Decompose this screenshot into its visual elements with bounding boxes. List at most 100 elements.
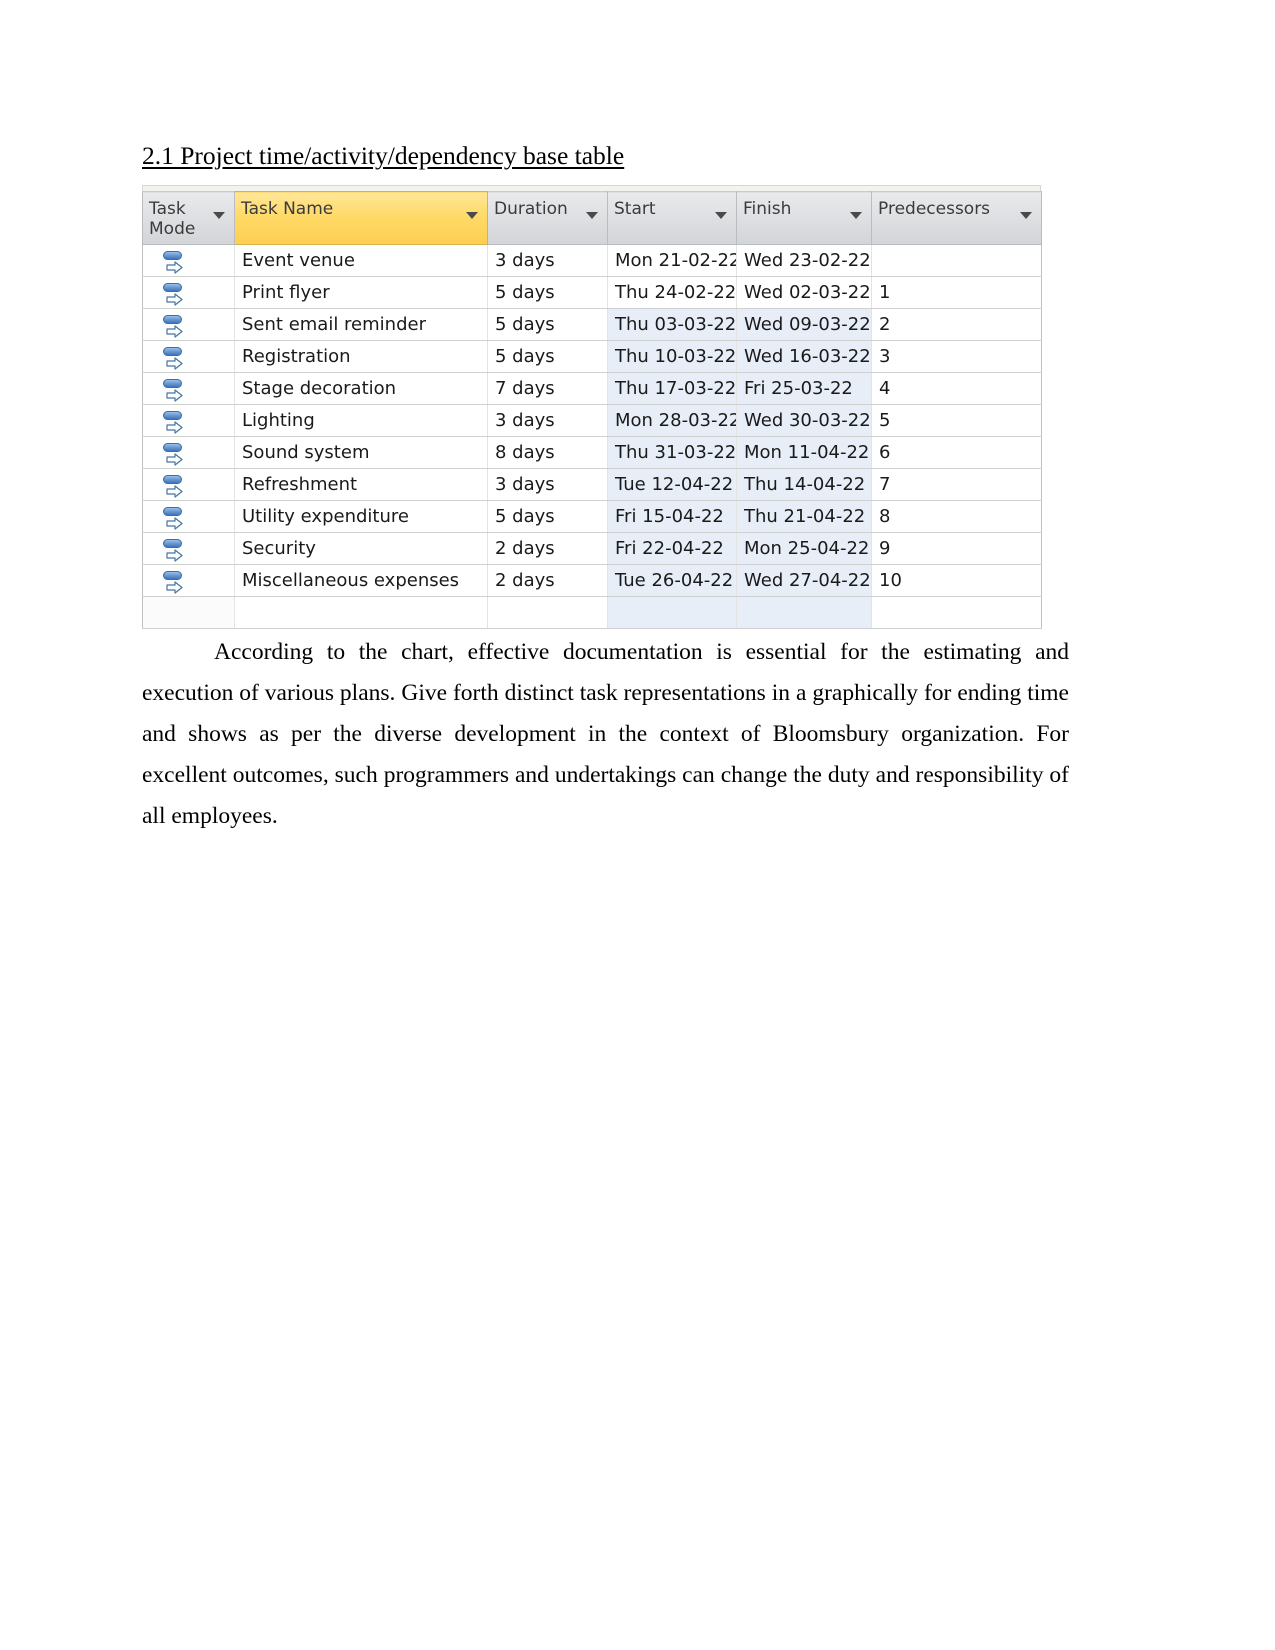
cell-finish[interactable]: Wed 16-03-22	[736, 340, 872, 373]
empty-cell[interactable]	[142, 596, 235, 629]
cell-duration[interactable]: 5 days	[487, 500, 608, 533]
column-header-start[interactable]: Start	[607, 191, 737, 245]
table-row[interactable]: Refreshment 3 days Tue 12-04-22 Thu 14-04-2…	[142, 468, 1042, 501]
cell-task-name[interactable]: Lighting	[234, 404, 488, 437]
cell-start[interactable]: Thu 31-03-22	[607, 436, 737, 469]
cell-task-name[interactable]: Sent email reminder	[234, 308, 488, 341]
table-row[interactable]: Registration 5 days Thu 10-03-22 Wed 16-03-…	[142, 340, 1042, 373]
column-header-duration[interactable]: Duration	[487, 191, 608, 245]
cell-duration[interactable]: 8 days	[487, 436, 608, 469]
task-mode-bar	[163, 315, 182, 324]
empty-cell[interactable]	[607, 596, 737, 629]
cell-start[interactable]: Thu 24-02-22	[607, 276, 737, 309]
cell-start[interactable]: Fri 15-04-22	[607, 500, 737, 533]
chevron-down-icon[interactable]	[715, 212, 727, 219]
cell-start[interactable]: Tue 12-04-22	[607, 468, 737, 501]
cell-task-mode[interactable]	[142, 564, 235, 597]
cell-finish[interactable]: Thu 21-04-22	[736, 500, 872, 533]
cell-task-name[interactable]: Sound system	[234, 436, 488, 469]
cell-start[interactable]: Thu 03-03-22	[607, 308, 737, 341]
table-row[interactable]: Lighting 3 days Mon 28-03-22 Wed 30-03-22 5	[142, 404, 1042, 437]
cell-predecessors[interactable]: 6	[871, 436, 1042, 469]
cell-task-name[interactable]: Stage decoration	[234, 372, 488, 405]
cell-finish[interactable]: Fri 25-03-22	[736, 372, 872, 405]
column-header-name[interactable]: Task Name	[234, 191, 488, 245]
chevron-down-icon[interactable]	[213, 212, 225, 219]
column-header-mode[interactable]: Task Mode	[142, 191, 235, 245]
table-row[interactable]: Stage decoration 7 days Thu 17-03-22 Fri 25…	[142, 372, 1042, 405]
cell-finish[interactable]: Mon 11-04-22	[736, 436, 872, 469]
cell-predecessors[interactable]	[871, 244, 1042, 277]
cell-predecessors[interactable]: 10	[871, 564, 1042, 597]
cell-task-mode[interactable]	[142, 308, 235, 341]
cell-predecessors[interactable]: 9	[871, 532, 1042, 565]
cell-duration[interactable]: 2 days	[487, 564, 608, 597]
table-row[interactable]: Security 2 days Fri 22-04-22 Mon 25-04-22 9	[142, 532, 1042, 565]
empty-cell[interactable]	[871, 596, 1042, 629]
cell-task-name[interactable]: Refreshment	[234, 468, 488, 501]
column-header-pred[interactable]: Predecessors	[871, 191, 1042, 245]
cell-duration[interactable]: 3 days	[487, 404, 608, 437]
cell-predecessors[interactable]: 8	[871, 500, 1042, 533]
column-header-finish[interactable]: Finish	[736, 191, 872, 245]
cell-start[interactable]: Mon 21-02-22	[607, 244, 737, 277]
cell-finish[interactable]: Wed 27-04-22	[736, 564, 872, 597]
cell-finish[interactable]: Thu 14-04-22	[736, 468, 872, 501]
cell-predecessors[interactable]: 1	[871, 276, 1042, 309]
table-header-row: Task Mode Task Name Duration Start Finish Pre…	[142, 191, 1042, 245]
cell-finish[interactable]: Wed 23-02-22	[736, 244, 872, 277]
empty-cell[interactable]	[234, 596, 488, 629]
chevron-down-icon[interactable]	[586, 212, 598, 219]
cell-task-mode[interactable]	[142, 532, 235, 565]
cell-task-mode[interactable]	[142, 500, 235, 533]
cell-task-name[interactable]: Security	[234, 532, 488, 565]
cell-start[interactable]: Thu 10-03-22	[607, 340, 737, 373]
cell-duration[interactable]: 5 days	[487, 308, 608, 341]
task-mode-bar	[163, 283, 182, 292]
chevron-down-icon[interactable]	[466, 212, 478, 219]
cell-duration[interactable]: 3 days	[487, 244, 608, 277]
cell-finish[interactable]: Wed 30-03-22	[736, 404, 872, 437]
table-row[interactable]: Sound system 8 days Thu 31-03-22 Mon 11-04-…	[142, 436, 1042, 469]
cell-task-mode[interactable]	[142, 468, 235, 501]
cell-duration[interactable]: 3 days	[487, 468, 608, 501]
cell-finish[interactable]: Wed 09-03-22	[736, 308, 872, 341]
cell-predecessors[interactable]: 4	[871, 372, 1042, 405]
task-mode-arrow	[166, 421, 183, 434]
cell-predecessors[interactable]: 5	[871, 404, 1042, 437]
table-row[interactable]: Print flyer 5 days Thu 24-02-22 Wed 02-03-2…	[142, 276, 1042, 309]
cell-finish[interactable]: Wed 02-03-22	[736, 276, 872, 309]
table-row[interactable]: Sent email reminder 5 days Thu 03-03-22 Wed…	[142, 308, 1042, 341]
cell-task-mode[interactable]	[142, 372, 235, 405]
cell-task-mode[interactable]	[142, 436, 235, 469]
empty-cell[interactable]	[736, 596, 872, 629]
cell-task-name[interactable]: Utility expenditure	[234, 500, 488, 533]
cell-duration[interactable]: 5 days	[487, 276, 608, 309]
cell-start[interactable]: Mon 28-03-22	[607, 404, 737, 437]
cell-task-mode[interactable]	[142, 340, 235, 373]
cell-predecessors[interactable]: 3	[871, 340, 1042, 373]
cell-task-mode[interactable]	[142, 244, 235, 277]
cell-predecessors[interactable]: 2	[871, 308, 1042, 341]
chevron-down-icon[interactable]	[1020, 212, 1032, 219]
table-row[interactable]: Miscellaneous expenses 2 days Tue 26-04-22…	[142, 564, 1042, 597]
cell-start[interactable]: Thu 17-03-22	[607, 372, 737, 405]
cell-start[interactable]: Fri 22-04-22	[607, 532, 737, 565]
cell-task-name[interactable]: Print flyer	[234, 276, 488, 309]
cell-finish[interactable]: Mon 25-04-22	[736, 532, 872, 565]
cell-duration[interactable]: 2 days	[487, 532, 608, 565]
chevron-down-icon[interactable]	[850, 212, 862, 219]
cell-task-mode[interactable]	[142, 404, 235, 437]
empty-cell[interactable]	[487, 596, 608, 629]
cell-task-mode[interactable]	[142, 276, 235, 309]
cell-task-name[interactable]: Event venue	[234, 244, 488, 277]
cell-task-name[interactable]: Miscellaneous expenses	[234, 564, 488, 597]
cell-task-name[interactable]: Registration	[234, 340, 488, 373]
table-row[interactable]: Event venue 3 days Mon 21-02-22 Wed 23-02-2…	[142, 244, 1042, 277]
cell-duration[interactable]: 7 days	[487, 372, 608, 405]
cell-start[interactable]: Tue 26-04-22	[607, 564, 737, 597]
cell-predecessors[interactable]: 7	[871, 468, 1042, 501]
cell-duration[interactable]: 5 days	[487, 340, 608, 373]
table-row[interactable]: Utility expenditure 5 days Fri 15-04-22 Thu…	[142, 500, 1042, 533]
table-empty-row[interactable]	[142, 596, 1042, 629]
